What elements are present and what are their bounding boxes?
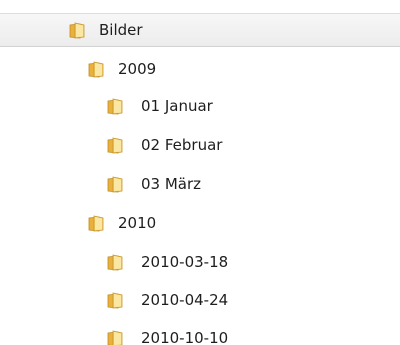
- folder-icon: [107, 136, 124, 154]
- tree-item-2010-04-24[interactable]: 2010-04-24: [0, 282, 400, 319]
- tree-item-02-februar[interactable]: 02 Februar: [0, 127, 400, 164]
- folder-icon: [69, 21, 86, 39]
- folder-icon: [107, 97, 124, 115]
- folder-icon: [107, 253, 124, 271]
- folder-icon: [107, 175, 124, 193]
- tree-item-label: 2009: [118, 60, 157, 78]
- tree-item-label: 2010: [118, 214, 157, 232]
- tree-item-2010[interactable]: 2010: [0, 205, 400, 242]
- folder-icon: [88, 214, 105, 232]
- tree-item-2010-10-10[interactable]: 2010-10-10: [0, 320, 400, 345]
- folder-tree: Bilder 2009 01 Januar 02 Februar 03 März…: [0, 0, 400, 345]
- tree-item-2010-03-18[interactable]: 2010-03-18: [0, 244, 400, 281]
- tree-item-03-maerz[interactable]: 03 März: [0, 166, 400, 203]
- tree-item-label: 2010-03-18: [141, 253, 229, 271]
- tree-item-label: 02 Februar: [141, 136, 223, 154]
- tree-item-bilder[interactable]: Bilder: [0, 13, 400, 47]
- tree-item-label: 2010-10-10: [141, 329, 229, 345]
- folder-icon: [107, 291, 124, 309]
- tree-item-label: Bilder: [99, 21, 143, 39]
- tree-item-label: 03 März: [141, 175, 202, 193]
- folder-icon: [88, 60, 105, 78]
- tree-item-label: 2010-04-24: [141, 291, 229, 309]
- tree-item-2009[interactable]: 2009: [0, 51, 400, 88]
- tree-item-label: 01 Januar: [141, 97, 213, 115]
- folder-icon: [107, 329, 124, 345]
- tree-item-01-januar[interactable]: 01 Januar: [0, 88, 400, 125]
